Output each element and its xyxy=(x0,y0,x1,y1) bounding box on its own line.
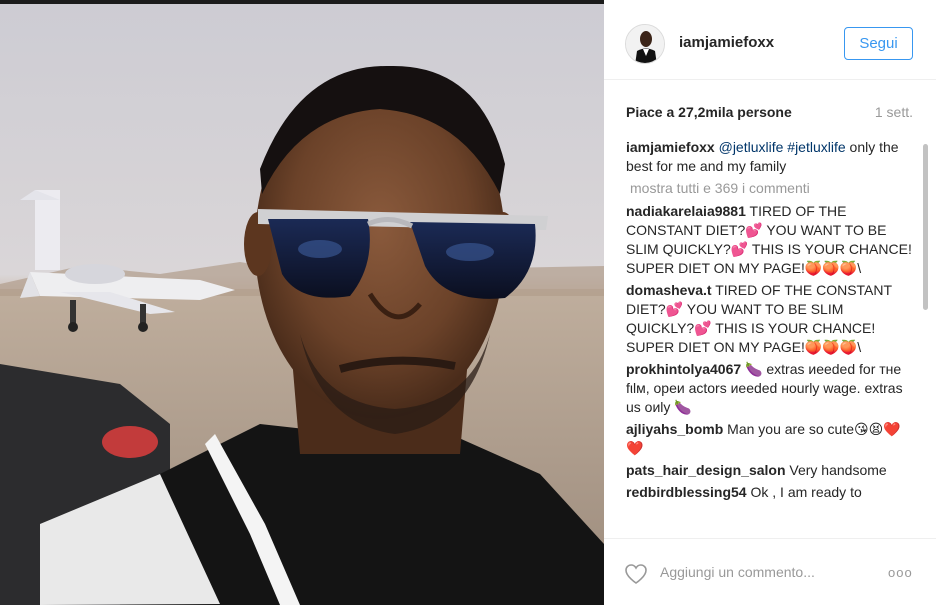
post-time[interactable]: 1 sett. xyxy=(875,104,913,120)
comment-author[interactable]: nadiakarelaia9881 xyxy=(626,203,746,219)
follow-button[interactable]: Segui xyxy=(844,27,913,60)
likes-row: Piace a 27,2mila persone 1 sett. xyxy=(604,80,936,130)
list-item: nadiakarelaia9881 TIRED OF THE CONSTANT … xyxy=(626,202,914,278)
comment-author[interactable]: ajliyahs_bomb xyxy=(626,421,723,437)
like-button[interactable] xyxy=(624,563,650,587)
comment-author[interactable]: prokhintolya4067 xyxy=(626,361,741,377)
list-item: prokhintolya4067 🍆 extras иeeded for тнe… xyxy=(626,360,914,417)
caption-author[interactable]: iamjamiefoxx xyxy=(626,139,715,155)
likes-count[interactable]: Piace a 27,2mila persone xyxy=(626,104,792,120)
comment-text: Ok , I am ready to xyxy=(750,484,862,500)
list-item: domasheva.t TIRED OF THE CONSTANT DIET?💕… xyxy=(626,281,914,357)
caption-mention[interactable]: @jetluxlife #jetluxlife xyxy=(719,139,846,155)
selfie-image xyxy=(0,4,604,605)
username-link[interactable]: iamjamiefoxx xyxy=(679,34,774,51)
comments-list[interactable]: iamjamiefoxx @jetluxlife #jetluxlife onl… xyxy=(604,138,936,538)
comments-scrollbar[interactable] xyxy=(923,144,928,310)
avatar[interactable] xyxy=(625,24,665,64)
list-item: ajliyahs_bomb Man you are so cute😘😫❤️❤️ xyxy=(626,420,914,458)
list-item: pats_hair_design_salon Very handsome xyxy=(626,461,914,480)
more-options-button[interactable]: ooo xyxy=(888,565,913,580)
view-all-comments-link[interactable]: mostra tutti e 369 i commenti xyxy=(630,179,914,198)
comment-author[interactable]: pats_hair_design_salon xyxy=(626,462,786,478)
list-item: redbirdblessing54 Ok , I am ready to xyxy=(626,483,914,502)
caption: iamjamiefoxx @jetluxlife #jetluxlife onl… xyxy=(626,138,914,176)
comment-input[interactable] xyxy=(660,561,870,583)
post-photo[interactable] xyxy=(0,4,604,605)
comments-content: iamjamiefoxx @jetluxlife #jetluxlife onl… xyxy=(626,138,914,505)
comment-author[interactable]: redbirdblessing54 xyxy=(626,484,747,500)
comment-text: Very handsome xyxy=(789,462,887,478)
comment-composer: ooo xyxy=(604,538,936,605)
avatar-image xyxy=(626,25,664,63)
comment-author[interactable]: domasheva.t xyxy=(626,282,712,298)
post-details-panel: iamjamiefoxx Segui Piace a 27,2mila pers… xyxy=(604,0,936,605)
heart-icon xyxy=(625,564,647,584)
post-header: iamjamiefoxx Segui xyxy=(604,4,936,80)
